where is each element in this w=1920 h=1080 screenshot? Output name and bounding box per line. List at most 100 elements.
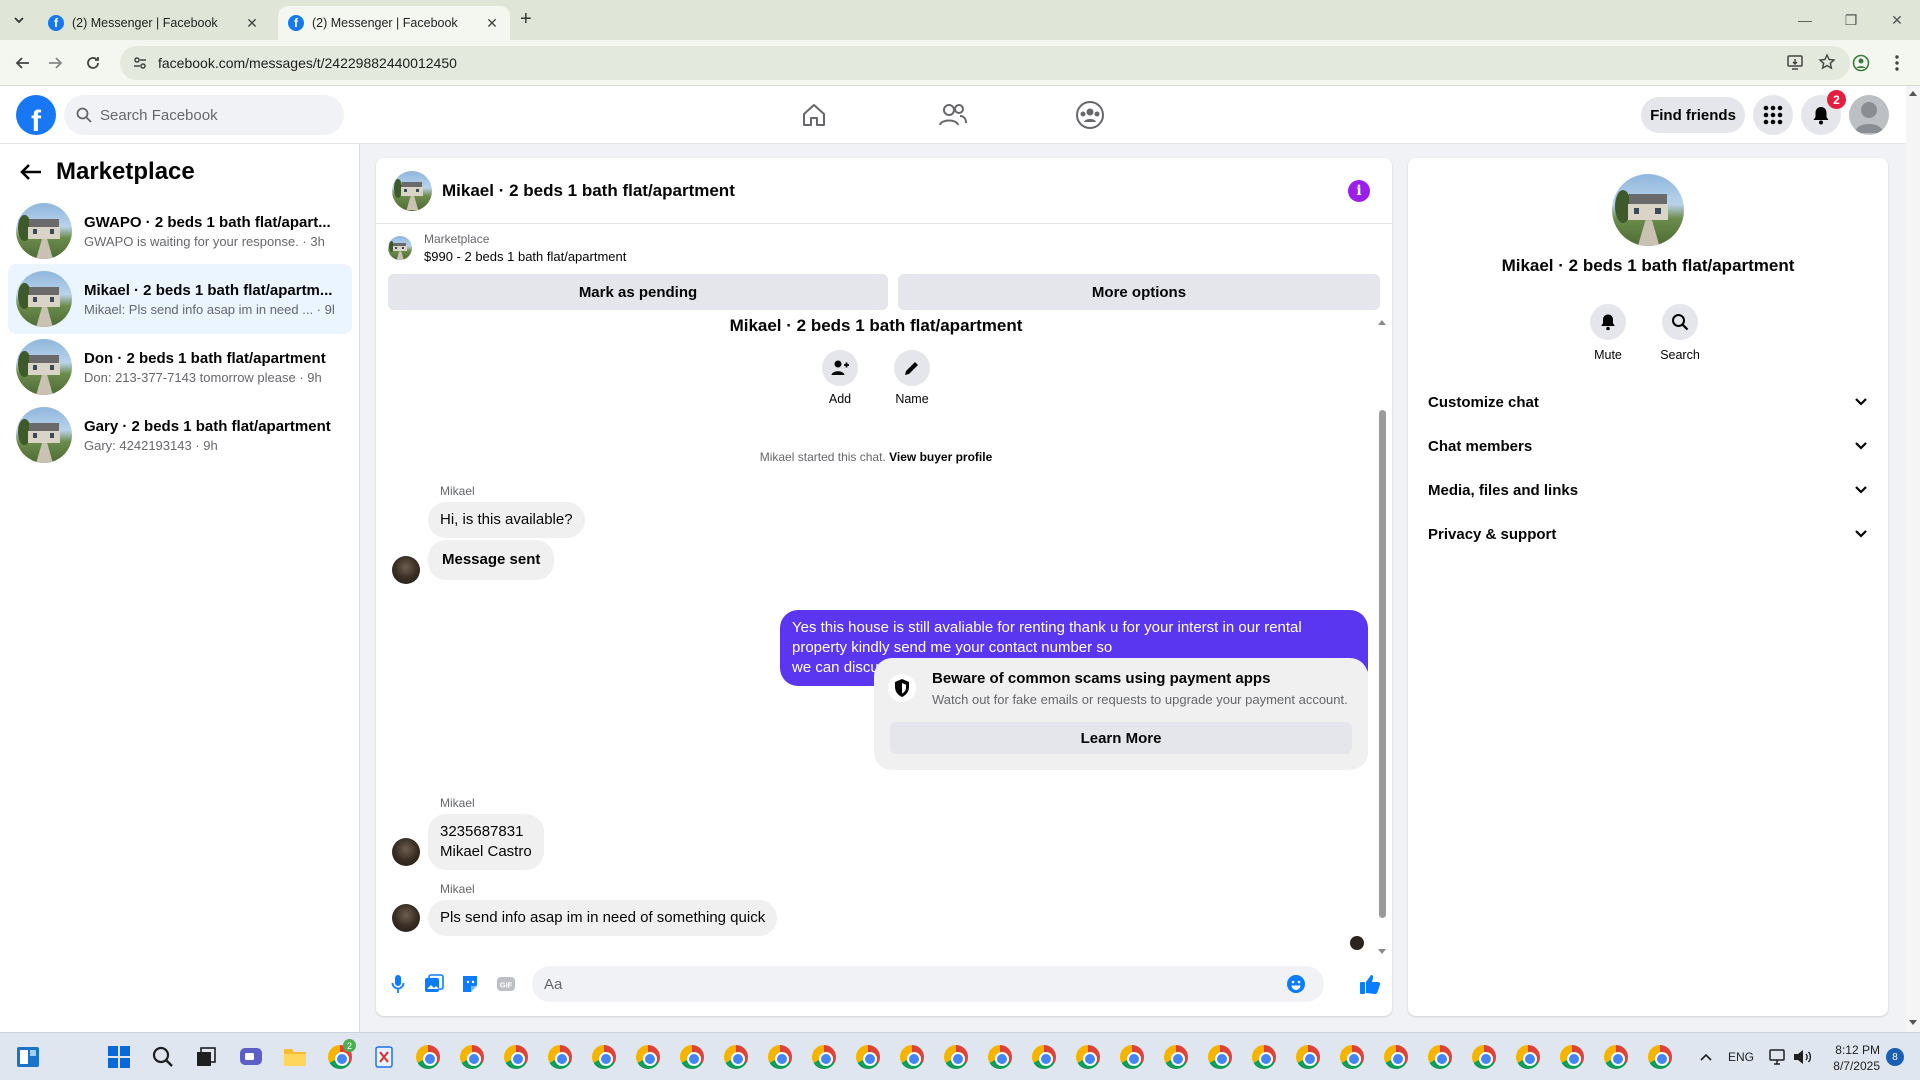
browser-tab[interactable]: f (2) Messenger | Facebook ✕ xyxy=(38,6,270,40)
restore-icon[interactable]: ❐ xyxy=(1828,0,1874,40)
start-button-icon[interactable] xyxy=(105,1043,133,1071)
info-listing-thumbnail[interactable] xyxy=(1612,174,1684,246)
more-options-button[interactable]: More options xyxy=(898,274,1380,310)
chrome-taskbar-icon[interactable] xyxy=(1602,1043,1630,1071)
chrome-taskbar-icon[interactable] xyxy=(1118,1043,1146,1071)
incoming-message[interactable]: 3235687831 Mikael Castro xyxy=(428,814,544,870)
view-buyer-profile-link[interactable]: View buyer profile xyxy=(889,450,992,464)
conversation-item[interactable]: Don · 2 beds 1 bath flat/apartment Don: … xyxy=(8,332,352,402)
close-tab-icon[interactable]: ✕ xyxy=(484,15,500,32)
chrome-taskbar-icon[interactable] xyxy=(1426,1043,1454,1071)
chrome-taskbar-icon[interactable] xyxy=(1294,1043,1322,1071)
chat-title[interactable]: Mikael · 2 beds 1 bath flat/apartment xyxy=(442,181,735,201)
incoming-message[interactable]: Hi, is this available? xyxy=(428,502,585,538)
close-tab-icon[interactable]: ✕ xyxy=(244,15,260,32)
sender-avatar[interactable] xyxy=(392,838,420,866)
system-clock[interactable]: 8:12 PM 8/7/2025 xyxy=(1820,1042,1880,1074)
chrome-taskbar-icon[interactable] xyxy=(634,1043,662,1071)
message-scrollbar[interactable] xyxy=(1376,318,1388,958)
chrome-taskbar-icon[interactable] xyxy=(678,1043,706,1071)
chat-listing-thumbnail[interactable] xyxy=(392,170,432,211)
edit-name-button[interactable]: Name xyxy=(882,350,942,406)
minimize-icon[interactable]: — xyxy=(1782,0,1828,40)
chrome-taskbar-icon[interactable] xyxy=(766,1043,794,1071)
incoming-message[interactable]: Pls send info asap im in need of somethi… xyxy=(428,900,778,936)
chrome-taskbar-icon[interactable] xyxy=(986,1043,1014,1071)
add-person-button[interactable]: Add xyxy=(810,350,870,406)
tab-search-button[interactable] xyxy=(8,9,30,31)
install-app-icon[interactable] xyxy=(1786,53,1804,71)
task-view-icon[interactable] xyxy=(192,1043,220,1071)
chrome-taskbar-icon[interactable] xyxy=(590,1043,618,1071)
chrome-taskbar-icon[interactable] xyxy=(1030,1043,1058,1071)
chrome-taskbar-icon[interactable] xyxy=(942,1043,970,1071)
voice-clip-button[interactable] xyxy=(386,972,410,996)
sender-avatar[interactable] xyxy=(392,556,420,584)
chrome-taskbar-icon[interactable] xyxy=(1470,1043,1498,1071)
widgets-icon[interactable] xyxy=(14,1043,42,1071)
account-avatar[interactable] xyxy=(1849,95,1889,135)
like-button[interactable] xyxy=(1358,972,1382,996)
url-field[interactable]: facebook.com/messages/t/2422988244001245… xyxy=(120,46,1850,80)
chrome-taskbar-icon[interactable] xyxy=(722,1043,750,1071)
forward-button[interactable] xyxy=(42,50,68,76)
chat-members-section[interactable]: Chat members xyxy=(1424,424,1872,468)
conversation-item[interactable]: Gary · 2 beds 1 bath flat/apartment Gary… xyxy=(8,400,352,470)
chrome-taskbar-icon[interactable] xyxy=(1338,1043,1366,1071)
page-scrollbar[interactable] xyxy=(1906,86,1920,1032)
back-button[interactable] xyxy=(10,50,36,76)
chrome-taskbar-icon[interactable] xyxy=(1514,1043,1542,1071)
bookmark-star-icon[interactable] xyxy=(1818,53,1836,71)
browser-tab-active[interactable]: f (2) Messenger | Facebook ✕ xyxy=(278,6,510,40)
listing-summary[interactable]: Marketplace $990 - 2 beds 1 bath flat/ap… xyxy=(388,232,626,264)
chrome-taskbar-icon[interactable] xyxy=(1074,1043,1102,1071)
reload-button[interactable] xyxy=(80,50,106,76)
emoji-button[interactable] xyxy=(1284,972,1308,996)
chrome-taskbar-icon[interactable] xyxy=(854,1043,882,1071)
facebook-logo-icon[interactable]: f xyxy=(16,95,56,135)
conversation-item[interactable]: GWAPO · 2 beds 1 bath flat/apart... GWAP… xyxy=(8,196,352,266)
find-friends-button[interactable]: Find friends xyxy=(1641,97,1745,133)
chrome-taskbar-icon[interactable] xyxy=(1162,1043,1190,1071)
menu-button[interactable] xyxy=(1753,95,1793,135)
facebook-search-input[interactable]: Search Facebook xyxy=(64,95,344,135)
chrome-taskbar-icon[interactable] xyxy=(1206,1043,1234,1071)
conversation-info-icon[interactable]: i xyxy=(1348,180,1370,202)
sticker-button[interactable] xyxy=(458,972,482,996)
chrome-taskbar-icon[interactable] xyxy=(502,1043,530,1071)
file-explorer-icon[interactable] xyxy=(281,1043,309,1071)
chrome-taskbar-icon[interactable] xyxy=(1558,1043,1586,1071)
mark-as-pending-button[interactable]: Mark as pending xyxy=(388,274,888,310)
gif-button[interactable]: GIF xyxy=(494,972,518,996)
chrome-taskbar-icon[interactable] xyxy=(414,1043,442,1071)
message-input[interactable] xyxy=(532,966,1324,1002)
sender-avatar[interactable] xyxy=(392,904,420,932)
search-conversation-button[interactable]: Search xyxy=(1645,304,1715,362)
privacy-support-section[interactable]: Privacy & support xyxy=(1424,512,1872,556)
chrome-taskbar-icon[interactable] xyxy=(458,1043,486,1071)
conversation-item-selected[interactable]: Mikael · 2 beds 1 bath flat/apartm... Mi… xyxy=(8,264,352,334)
volume-icon[interactable] xyxy=(1788,1043,1816,1071)
friends-nav-button[interactable] xyxy=(938,100,968,130)
home-nav-button[interactable] xyxy=(799,100,829,130)
learn-more-button[interactable]: Learn More xyxy=(890,722,1352,754)
new-tab-button[interactable]: + xyxy=(520,8,532,31)
chrome-taskbar-icon[interactable]: 2 xyxy=(326,1039,356,1071)
teams-chat-icon[interactable] xyxy=(237,1043,265,1071)
attach-media-button[interactable] xyxy=(422,972,446,996)
back-arrow-icon[interactable] xyxy=(20,163,42,181)
customize-chat-section[interactable]: Customize chat xyxy=(1424,380,1872,424)
notifications-button[interactable]: 2 xyxy=(1801,90,1846,135)
profile-button[interactable] xyxy=(1848,50,1874,76)
media-files-links-section[interactable]: Media, files and links xyxy=(1424,468,1872,512)
incoming-message[interactable]: Message sent xyxy=(428,540,555,580)
search-icon[interactable] xyxy=(149,1043,177,1071)
groups-nav-button[interactable] xyxy=(1075,100,1105,130)
chrome-taskbar-icon[interactable] xyxy=(1382,1043,1410,1071)
notification-center-badge[interactable]: 8 xyxy=(1886,1048,1904,1066)
snipping-tool-icon[interactable] xyxy=(370,1043,398,1071)
chrome-taskbar-icon[interactable] xyxy=(1250,1043,1278,1071)
scroll-thumb[interactable] xyxy=(1379,410,1386,918)
show-hidden-icons-icon[interactable] xyxy=(1692,1043,1720,1071)
chrome-taskbar-icon[interactable] xyxy=(1646,1043,1674,1071)
